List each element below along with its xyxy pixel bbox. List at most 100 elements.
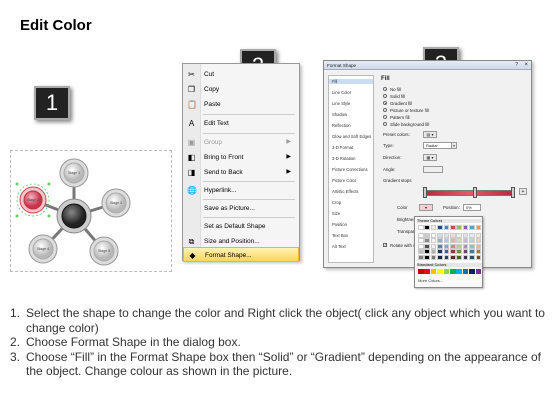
standard-color-swatch[interactable]	[424, 269, 430, 274]
theme-color-swatch[interactable]	[418, 232, 424, 238]
menu-item-save-picture[interactable]: Save as Picture...	[183, 201, 299, 216]
standard-color-swatch[interactable]	[430, 269, 437, 274]
menu-item-set-default[interactable]: Set as Default Shape	[183, 219, 299, 234]
standard-color-swatch[interactable]	[437, 269, 443, 274]
standard-color-swatch[interactable]	[469, 269, 475, 274]
theme-color-swatch[interactable]	[418, 225, 424, 230]
theme-color-swatch[interactable]	[418, 255, 424, 260]
theme-color-swatch[interactable]	[437, 249, 443, 255]
theme-color-swatch[interactable]	[418, 243, 424, 249]
nav-item-reflection[interactable]: Reflection	[332, 123, 351, 128]
theme-color-swatch[interactable]	[443, 255, 450, 260]
theme-color-swatch[interactable]	[469, 243, 475, 249]
standard-color-swatch[interactable]	[475, 269, 482, 274]
direction-button[interactable]: ▦ ▾	[423, 154, 437, 161]
nav-item-alt-text[interactable]: Alt Text	[332, 244, 346, 249]
nav-item-size[interactable]: Size	[332, 211, 340, 216]
theme-color-swatch[interactable]	[469, 225, 475, 230]
theme-color-swatch[interactable]	[456, 232, 462, 238]
theme-color-swatch[interactable]	[424, 255, 430, 260]
theme-color-swatch[interactable]	[430, 238, 437, 244]
gradient-bar[interactable]	[423, 190, 515, 196]
nav-item-picture-color[interactable]: Picture Color	[332, 178, 356, 183]
theme-color-swatch[interactable]	[469, 232, 475, 238]
menu-item-copy[interactable]: ❐ Copy	[183, 82, 299, 97]
gradient-stop-left[interactable]	[423, 187, 427, 198]
theme-color-swatch[interactable]	[443, 225, 450, 230]
theme-color-swatch[interactable]	[418, 238, 424, 244]
nav-item-crop[interactable]: Crop	[332, 200, 341, 205]
theme-color-swatch[interactable]	[462, 238, 469, 244]
nav-item-line-color[interactable]: Line Color	[332, 90, 351, 95]
theme-color-swatch[interactable]	[418, 249, 424, 255]
nav-item-picture-corrections[interactable]: Picture Corrections	[332, 167, 368, 172]
close-icon[interactable]: ×	[524, 62, 528, 68]
menu-item-hyperlink[interactable]: 🌐 Hyperlink...	[183, 183, 299, 198]
nav-item-fill[interactable]: Fill	[329, 79, 373, 84]
standard-color-swatch[interactable]	[462, 269, 469, 274]
nav-item-artistic-effects[interactable]: Artistic Effects	[332, 189, 358, 194]
preset-colors-button[interactable]: ▤ ▾	[423, 131, 437, 138]
help-icon[interactable]: ?	[515, 62, 518, 68]
nav-item-3d-rotation[interactable]: 3-D Rotation	[332, 156, 356, 161]
standard-color-swatch[interactable]	[450, 269, 456, 274]
theme-color-swatch[interactable]	[475, 232, 482, 238]
add-stop-button[interactable]: +	[519, 188, 527, 195]
radio-pattern-fill[interactable]	[383, 115, 387, 119]
theme-color-swatch[interactable]	[469, 238, 475, 244]
theme-color-swatch[interactable]	[462, 249, 469, 255]
theme-color-swatch[interactable]	[437, 232, 443, 238]
theme-color-swatch[interactable]	[430, 255, 437, 260]
menu-item-bring-front[interactable]: ◧ Bring to Front ▶	[183, 150, 299, 165]
nav-item-shadow[interactable]: Shadow	[332, 112, 347, 117]
radio-gradient-fill[interactable]	[383, 101, 387, 105]
theme-color-swatch[interactable]	[437, 238, 443, 244]
theme-color-swatch[interactable]	[424, 225, 430, 230]
theme-color-swatch[interactable]	[437, 255, 443, 260]
gradient-stop-right[interactable]	[511, 187, 515, 198]
theme-color-swatch[interactable]	[443, 232, 450, 238]
theme-color-swatch[interactable]	[437, 243, 443, 249]
nav-item-text-box[interactable]: Text Box	[332, 233, 348, 238]
gradient-stop-middle[interactable]	[473, 187, 477, 198]
theme-color-swatch[interactable]	[450, 225, 456, 230]
theme-color-swatch[interactable]	[450, 232, 456, 238]
theme-color-swatch[interactable]	[456, 225, 462, 230]
theme-color-swatch[interactable]	[424, 232, 430, 238]
theme-color-swatch[interactable]	[475, 255, 482, 260]
theme-color-swatch[interactable]	[430, 249, 437, 255]
theme-color-swatch[interactable]	[462, 232, 469, 238]
angle-input[interactable]	[423, 166, 443, 173]
theme-color-swatch[interactable]	[475, 243, 482, 249]
menu-item-send-back[interactable]: ◨ Send to Back ▶	[183, 165, 299, 180]
theme-color-swatch[interactable]	[462, 255, 469, 260]
theme-color-swatch[interactable]	[424, 243, 430, 249]
theme-color-swatch[interactable]	[424, 249, 430, 255]
standard-color-swatch[interactable]	[456, 269, 462, 274]
theme-color-swatch[interactable]	[430, 243, 437, 249]
theme-color-swatch[interactable]	[424, 238, 430, 244]
theme-color-swatch[interactable]	[462, 243, 469, 249]
theme-color-swatch[interactable]	[456, 238, 462, 244]
theme-color-swatch[interactable]	[469, 249, 475, 255]
standard-color-swatch[interactable]	[418, 269, 424, 274]
menu-item-format-shape[interactable]: ◆ Format Shape...	[183, 247, 299, 262]
position-input[interactable]: 0%	[463, 204, 481, 211]
theme-color-swatch[interactable]	[430, 232, 437, 238]
theme-color-swatch[interactable]	[450, 249, 456, 255]
theme-color-swatch[interactable]	[456, 243, 462, 249]
nav-item-line-style[interactable]: Line Style	[332, 101, 350, 106]
type-select[interactable]: Radial ▾	[423, 142, 457, 149]
theme-color-swatch[interactable]	[443, 243, 450, 249]
theme-color-swatch[interactable]	[462, 225, 469, 230]
nav-item-3d-format[interactable]: 3-D Format	[332, 145, 353, 150]
theme-color-swatch[interactable]	[469, 255, 475, 260]
radio-solid-fill[interactable]	[383, 94, 387, 98]
rotate-with-shape-checkbox[interactable]	[383, 242, 387, 247]
radio-picture-fill[interactable]	[383, 108, 387, 112]
menu-item-paste[interactable]: 📋 Paste	[183, 97, 299, 112]
theme-color-swatch[interactable]	[450, 243, 456, 249]
standard-color-swatch[interactable]	[443, 269, 450, 274]
theme-color-swatch[interactable]	[443, 238, 450, 244]
theme-color-swatch[interactable]	[443, 249, 450, 255]
